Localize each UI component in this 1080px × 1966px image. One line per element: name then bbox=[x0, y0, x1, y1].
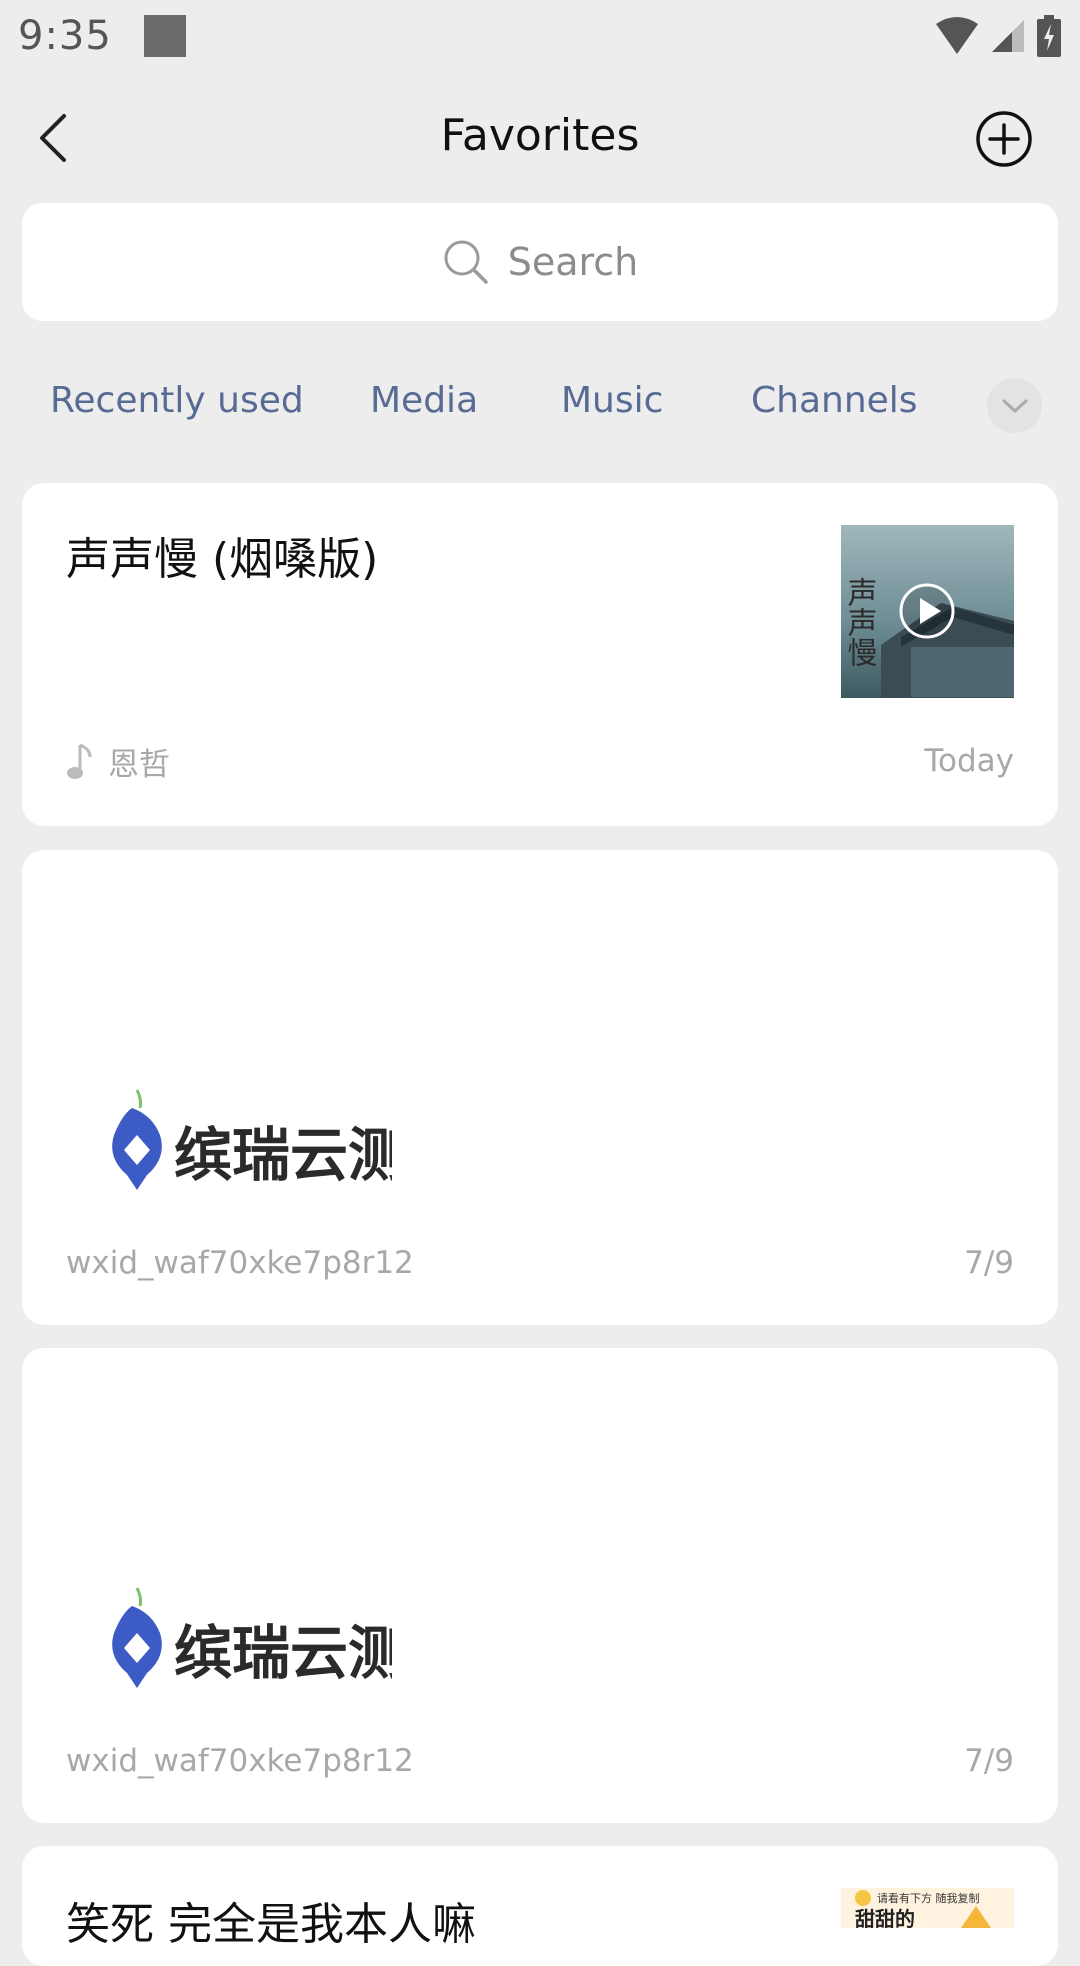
item-meta: 恩哲 bbox=[66, 739, 170, 784]
favorite-item-image[interactable]: 缤瑞云测 wxid_waf70xke7p8r12 7/9 bbox=[22, 850, 1058, 1325]
status-bar: 9:35 bbox=[0, 0, 1080, 72]
status-icons bbox=[934, 15, 1062, 57]
favorite-item-music[interactable]: 声声慢 (烟嗓版) 声声慢 恩哲 Today bbox=[22, 483, 1058, 826]
tab-channels[interactable]: Channels bbox=[751, 380, 918, 421]
music-note-icon bbox=[67, 743, 92, 779]
tab-recently-used[interactable]: Recently used bbox=[50, 380, 304, 421]
battery-charging-icon bbox=[1037, 15, 1061, 57]
search-icon bbox=[444, 240, 488, 284]
cell-signal-icon bbox=[992, 20, 1024, 52]
chevron-down-icon bbox=[1002, 399, 1027, 412]
thumb-top-text: 请看有下方 随我复制 bbox=[877, 1891, 980, 1905]
notification-square-icon bbox=[143, 15, 186, 57]
item-date: 7/9 bbox=[964, 1245, 1014, 1281]
image-preview: 缤瑞云测 bbox=[92, 1080, 406, 1204]
logo-text: 缤瑞云测 bbox=[174, 1121, 392, 1189]
item-source: 恩哲 bbox=[108, 747, 170, 783]
status-time: 9:35 bbox=[18, 13, 112, 59]
wifi-icon bbox=[936, 17, 978, 54]
search-input[interactable]: Search bbox=[22, 203, 1058, 321]
item-source: wxid_waf70xke7p8r12 bbox=[66, 1245, 414, 1281]
tab-media[interactable]: Media bbox=[370, 380, 478, 421]
album-thumbnail: 声声慢 bbox=[841, 525, 1014, 698]
item-date: 7/9 bbox=[964, 1743, 1014, 1779]
item-date: Today bbox=[924, 743, 1014, 779]
favorite-item-image[interactable]: 缤瑞云测 wxid_waf70xke7p8r12 7/9 bbox=[22, 1348, 1058, 1823]
page-title: Favorites bbox=[440, 110, 640, 161]
tab-music[interactable]: Music bbox=[561, 380, 663, 421]
filter-tabs: Recently used Media Music Channels bbox=[0, 370, 1080, 440]
image-preview: 缤瑞云测 bbox=[92, 1578, 406, 1702]
favorite-item-article[interactable]: 笑死 完全是我本人嘛 请看有下方 随我复制 甜甜的 bbox=[22, 1846, 1058, 1966]
item-title: 声声慢 (烟嗓版) bbox=[66, 534, 379, 585]
plus-circle-icon bbox=[976, 111, 1032, 167]
thumb-text: 甜甜的 bbox=[855, 1907, 915, 1928]
item-source: wxid_waf70xke7p8r12 bbox=[66, 1743, 414, 1779]
add-favorite-button[interactable] bbox=[975, 110, 1033, 168]
search-placeholder: Search bbox=[507, 240, 639, 284]
album-art-text: 声声慢 bbox=[842, 577, 878, 667]
more-tabs-button[interactable] bbox=[987, 378, 1042, 433]
article-thumbnail: 请看有下方 随我复制 甜甜的 bbox=[841, 1888, 1014, 1928]
item-title: 笑死 完全是我本人嘛 bbox=[66, 1899, 476, 1950]
title-bar: Favorites bbox=[0, 90, 1080, 185]
logo-text: 缤瑞云测 bbox=[174, 1619, 392, 1687]
